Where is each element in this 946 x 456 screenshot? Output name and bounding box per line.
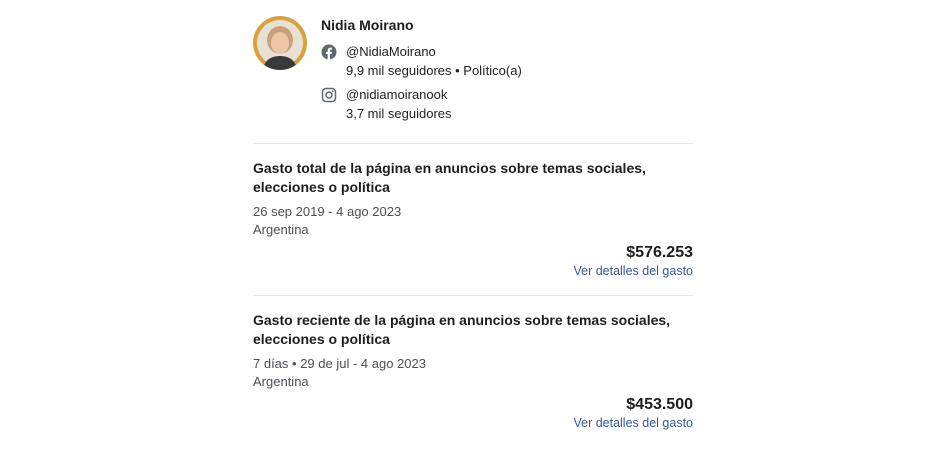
facebook-followers: 9,9 mil seguidores • Político(a) [346,63,522,78]
total-spend-amount: $576.253 [626,244,693,261]
profile-avatar[interactable] [253,16,307,70]
instagram-followers: 3,7 mil seguidores [346,106,452,121]
instagram-handle[interactable]: @nidiamoiranook [346,87,447,102]
total-spend-section: Gasto total de la página en anuncios sob… [253,144,693,295]
page-name[interactable]: Nidia Moirano [321,17,414,33]
recent-spend-amount: $453.500 [626,396,693,413]
recent-spend-dates: 7 días • 29 de jul - 4 ago 2023 [253,356,426,371]
profile-header: Nidia Moirano @NidiaMoirano 9,9 mil segu… [253,0,693,143]
total-spend-country: Argentina [253,222,309,237]
recent-spend-country: Argentina [253,374,309,389]
facebook-handle[interactable]: @NidiaMoirano [346,44,436,59]
instagram-icon [321,87,337,103]
total-spend-title: Gasto total de la página en anuncios sob… [253,160,646,195]
total-spend-details-link[interactable]: Ver detalles del gasto [573,264,693,278]
total-spend-dates: 26 sep 2019 - 4 ago 2023 [253,204,402,219]
page-info-card: Nidia Moirano @NidiaMoirano 9,9 mil segu… [253,0,693,447]
recent-spend-title: Gasto reciente de la página en anuncios … [253,312,671,347]
facebook-icon [321,44,337,60]
recent-spend-section: Gasto reciente de la página en anuncios … [253,296,693,447]
recent-spend-details-link[interactable]: Ver detalles del gasto [573,416,693,430]
